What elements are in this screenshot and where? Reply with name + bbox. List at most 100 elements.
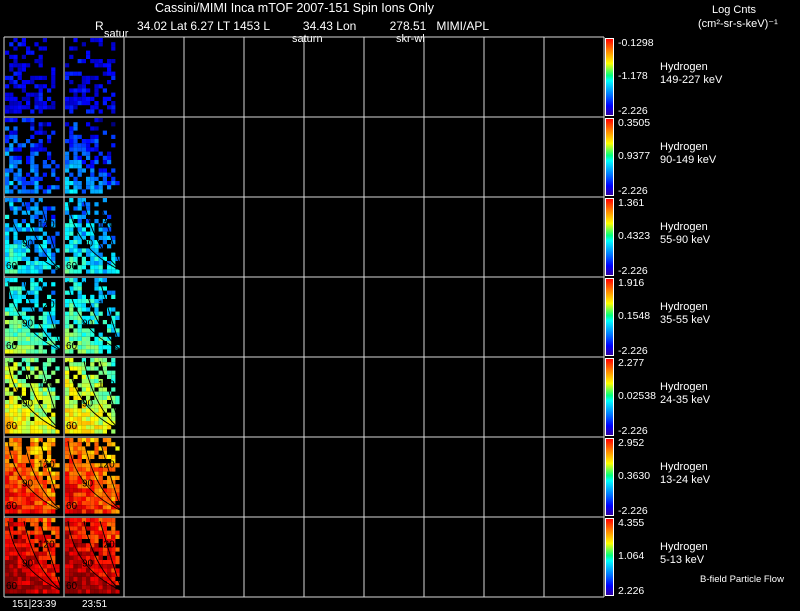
heatmap-cell <box>51 105 56 110</box>
heatmap-cell <box>77 543 82 548</box>
heatmap-cell <box>42 324 47 329</box>
heatmap-cell <box>34 349 39 354</box>
heatmap-cell <box>5 214 10 219</box>
heatmap-cell <box>77 383 82 388</box>
heatmap-cell <box>26 80 31 85</box>
heatmap-cell <box>5 126 10 131</box>
heatmap-cell <box>69 147 74 152</box>
panel-species-label: Hydrogen <box>660 60 708 73</box>
heatmap-cell <box>86 543 91 548</box>
heatmap-cell <box>5 534 10 539</box>
heatmap-cell <box>69 404 74 409</box>
heatmap-cell <box>34 172 39 177</box>
heatmap-cell <box>9 547 14 552</box>
heatmap-cell <box>102 425 107 430</box>
heatmap-cell <box>65 303 70 308</box>
heatmap-cell <box>69 555 74 560</box>
heatmap-cell <box>17 463 22 468</box>
heatmap-cell <box>90 349 95 354</box>
heatmap-cell <box>42 560 47 565</box>
heatmap-cell <box>9 560 14 565</box>
heatmap-cell <box>77 59 82 64</box>
heatmap-cell <box>26 206 31 211</box>
heatmap-cell <box>9 42 14 47</box>
heatmap-cell <box>30 299 35 304</box>
heatmap-cell <box>30 189 35 194</box>
heatmap-cell <box>38 345 43 350</box>
heatmap-cell <box>9 248 14 253</box>
heatmap-cell <box>81 147 86 152</box>
colorbar-max-label: 2.952 <box>618 437 645 449</box>
heatmap-cell <box>13 118 18 123</box>
heatmap-cell <box>9 63 14 68</box>
heatmap-cell <box>9 518 14 523</box>
heatmap-cell <box>98 181 103 186</box>
heatmap-cell <box>34 374 39 379</box>
heatmap-cell <box>69 46 74 51</box>
heatmap-cell <box>102 585 107 590</box>
heatmap-cell <box>9 109 14 114</box>
heatmap-cell <box>5 560 10 565</box>
heatmap-cell <box>55 475 60 480</box>
heatmap-cell <box>13 206 18 211</box>
heatmap-cell <box>13 54 18 59</box>
heatmap-cell <box>26 471 31 476</box>
heatmap-cell <box>73 320 78 325</box>
heatmap-cell <box>86 416 91 421</box>
heatmap-cell <box>47 438 52 443</box>
heatmap-cell <box>51 256 56 261</box>
heatmap-cell <box>34 181 39 186</box>
heatmap-cell <box>77 370 82 375</box>
heatmap-cell <box>47 509 52 514</box>
heatmap-cell <box>9 155 14 160</box>
heatmap-cell <box>47 480 52 485</box>
heatmap-cell <box>5 412 10 417</box>
heatmap-cell <box>5 547 10 552</box>
heatmap-cell <box>69 139 74 144</box>
heatmap-cell <box>30 509 35 514</box>
heatmap-cell <box>17 589 22 594</box>
heatmap-cell <box>17 416 22 421</box>
heatmap-cell <box>86 164 91 169</box>
heatmap-cell <box>111 526 116 531</box>
heatmap-cell <box>17 383 22 388</box>
heatmap-cell <box>13 46 18 51</box>
heatmap-cell <box>38 589 43 594</box>
colorbar-max-label: 2.277 <box>618 357 645 369</box>
heatmap-cell <box>86 429 91 434</box>
heatmap-cell <box>13 63 18 68</box>
x-tick-label-end: 23:51 <box>82 599 108 610</box>
heatmap-cell <box>69 71 74 76</box>
heatmap-cell <box>69 471 74 476</box>
heatmap-cell <box>77 336 82 341</box>
heatmap-cell <box>98 471 103 476</box>
heatmap-cell <box>13 471 18 476</box>
heatmap-cell <box>17 345 22 350</box>
heatmap-cell <box>34 105 39 110</box>
heatmap-cell <box>34 416 39 421</box>
heatmap-cell <box>86 139 91 144</box>
heatmap-cell <box>73 299 78 304</box>
heatmap-cell <box>111 374 116 379</box>
heatmap-cell <box>21 454 26 459</box>
heatmap-cell <box>94 366 99 371</box>
heatmap-cell <box>38 332 43 337</box>
heatmap-cell <box>65 328 70 333</box>
heatmap-cell <box>17 492 22 497</box>
heatmap-cell <box>65 63 70 68</box>
colorbar-max-label: 4.355 <box>618 517 645 529</box>
heatmap-cell <box>13 80 18 85</box>
heatmap-cell <box>73 412 78 417</box>
heatmap-cell <box>65 387 70 392</box>
heatmap-cell <box>13 328 18 333</box>
heatmap-cell <box>107 568 112 573</box>
heatmap-cell <box>5 189 10 194</box>
heatmap-cell <box>69 492 74 497</box>
heatmap-cell <box>81 307 86 312</box>
heatmap-cell <box>77 534 82 539</box>
heatmap-cell <box>65 75 70 80</box>
heatmap-cell <box>13 160 18 165</box>
heatmap-cell <box>73 240 78 245</box>
heatmap-cell <box>42 522 47 527</box>
heatmap-cell <box>30 501 35 506</box>
